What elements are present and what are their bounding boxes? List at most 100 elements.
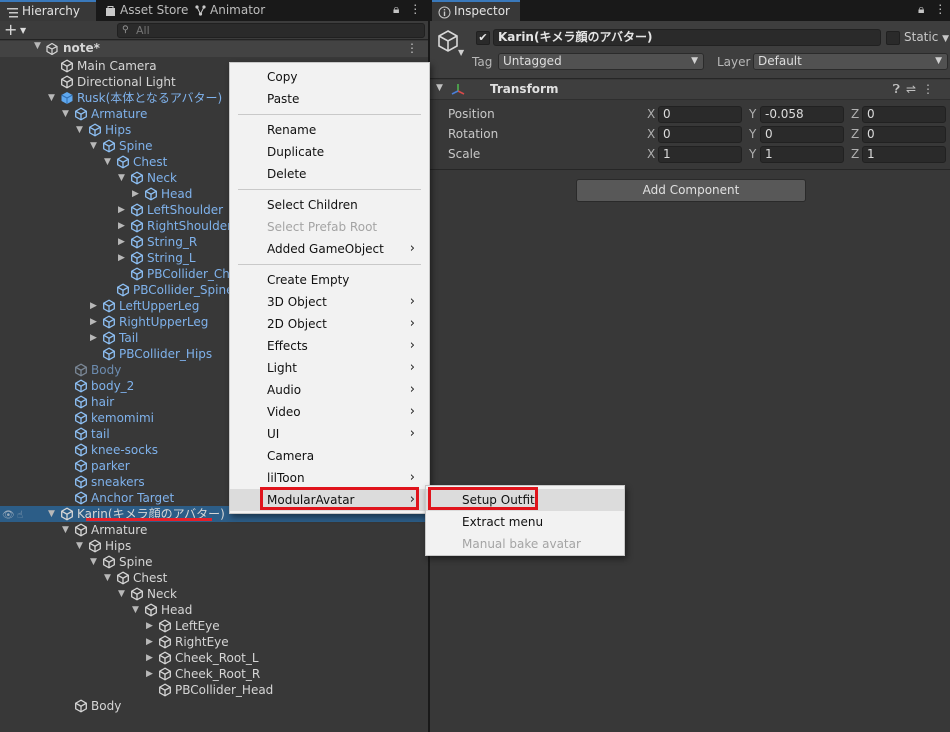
fold-arrow-right-icon[interactable]: ▶ (118, 218, 128, 234)
object-name-field[interactable]: Karin(キメラ顔のアバター) (493, 29, 881, 46)
fold-arrow-down-icon[interactable]: ▼ (90, 138, 100, 154)
help-icon[interactable]: ❓︎ (893, 82, 906, 96)
tree-row[interactable]: ▶ Cheek_Root_R (0, 666, 428, 682)
tree-row[interactable]: ▼ Hips (0, 538, 428, 554)
kebab-menu-icon[interactable]: ⋮ (406, 41, 418, 55)
fold-arrow-right-icon[interactable]: ▶ (90, 314, 100, 330)
transform-header[interactable]: ▼ Transform ❓︎⇌⋮ (430, 80, 950, 100)
rotation-x-field[interactable]: 0 (658, 126, 742, 143)
scale-z-field[interactable]: 1 (862, 146, 946, 163)
menu-item-liltoon[interactable]: lilToon › (230, 467, 429, 489)
position-z-label[interactable]: Z (851, 107, 859, 121)
menu-item-camera[interactable]: Camera (230, 445, 429, 467)
fold-arrow-right-icon[interactable]: ▶ (90, 330, 100, 346)
scale-z-label[interactable]: Z (851, 147, 859, 161)
menu-item-effects[interactable]: Effects › (230, 335, 429, 357)
fold-arrow-right-icon[interactable]: ▶ (118, 202, 128, 218)
menu-item-rename[interactable]: Rename (230, 119, 429, 141)
fold-arrow-right-icon[interactable]: ▶ (118, 234, 128, 250)
position-y-field[interactable]: -0.058 (760, 106, 844, 123)
fold-arrow-right-icon[interactable]: ▶ (118, 250, 128, 266)
gameobject-cube-icon[interactable] (436, 29, 460, 53)
fold-arrow-down-icon[interactable]: ▼ (62, 522, 72, 538)
kebab-menu-icon[interactable]: ⋮ (922, 82, 940, 96)
tree-row[interactable]: ▶ RightEye (0, 634, 428, 650)
menu-item-copy[interactable]: Copy (230, 66, 429, 88)
menu-item-delete[interactable]: Delete (230, 163, 429, 185)
tab-hierarchy[interactable]: Hierarchy (0, 0, 96, 21)
menu-item-audio[interactable]: Audio › (230, 379, 429, 401)
fold-arrow-icon[interactable]: ▼ (34, 41, 44, 51)
search-box[interactable]: ⚲ (117, 23, 425, 38)
fold-arrow-down-icon[interactable]: ▼ (132, 602, 142, 618)
rotation-label[interactable]: Rotation (448, 127, 498, 141)
scale-x-label[interactable]: X (647, 147, 655, 161)
tab-inspector[interactable]: Inspector (432, 0, 520, 21)
tree-row[interactable]: Body (0, 698, 428, 714)
tree-row[interactable]: ▶ Cheek_Root_L (0, 650, 428, 666)
fold-arrow-down-icon[interactable]: ▼ (104, 570, 114, 586)
position-y-label[interactable]: Y (749, 107, 756, 121)
submenu-item-extract-menu[interactable]: Extract menu (426, 511, 624, 533)
tree-row[interactable]: ▼ Spine (0, 554, 428, 570)
menu-item-duplicate[interactable]: Duplicate (230, 141, 429, 163)
tab-asset-store[interactable]: Asset Store (98, 0, 194, 21)
fold-arrow-down-icon[interactable]: ▼ (90, 554, 100, 570)
fold-arrow-down-icon[interactable]: ▼ (48, 506, 58, 522)
position-label[interactable]: Position (448, 107, 495, 121)
menu-item-select-children[interactable]: Select Children (230, 194, 429, 216)
scale-y-label[interactable]: Y (749, 147, 756, 161)
fold-arrow-down-icon[interactable]: ▼ (76, 538, 86, 554)
add-component-button[interactable]: Add Component (576, 179, 806, 202)
fold-arrow-down-icon[interactable]: ▼ (48, 90, 58, 106)
static-label[interactable]: Static ▼ (904, 30, 949, 44)
fold-arrow-down-icon[interactable]: ▼ (118, 586, 128, 602)
scale-y-field[interactable]: 1 (760, 146, 844, 163)
kebab-menu-icon[interactable]: ⋮ (409, 2, 421, 16)
fold-arrow-icon[interactable]: ▼ (436, 83, 443, 93)
fold-arrow-down-icon[interactable]: ▼ (118, 170, 128, 186)
kebab-menu-icon[interactable]: ⋮ (934, 2, 946, 16)
preset-sliders-icon[interactable]: ⇌ (906, 82, 922, 96)
tab-animator[interactable]: Animator (188, 0, 284, 21)
tree-row[interactable]: ▼ Chest (0, 570, 428, 586)
fold-arrow-right-icon[interactable]: ▶ (146, 618, 156, 634)
tree-row[interactable]: ▼ Armature (0, 522, 428, 538)
static-checkbox[interactable] (886, 31, 900, 45)
tree-row[interactable]: ▶ LeftEye (0, 618, 428, 634)
scale-x-field[interactable]: 1 (658, 146, 742, 163)
search-input[interactable] (136, 24, 416, 37)
position-z-field[interactable]: 0 (862, 106, 946, 123)
active-checkbox[interactable]: ✔ (476, 31, 490, 45)
menu-item-paste[interactable]: Paste (230, 88, 429, 110)
rotation-y-field[interactable]: 0 (760, 126, 844, 143)
tree-row[interactable]: ▼ Neck (0, 586, 428, 602)
position-x-field[interactable]: 0 (658, 106, 742, 123)
create-button[interactable]: + ▼ (4, 22, 34, 39)
rotation-z-label[interactable]: Z (851, 127, 859, 141)
fold-arrow-down-icon[interactable]: ▼ (62, 106, 72, 122)
menu-item-create-empty[interactable]: Create Empty (230, 269, 429, 291)
menu-item-3d-object[interactable]: 3D Object › (230, 291, 429, 313)
position-x-label[interactable]: X (647, 107, 655, 121)
scene-row[interactable]: ▼ note* ⋮ (0, 41, 428, 57)
rotation-x-label[interactable]: X (647, 127, 655, 141)
layer-dropdown[interactable]: Default ▼ (753, 53, 948, 70)
fold-arrow-right-icon[interactable]: ▶ (146, 666, 156, 682)
tree-row[interactable]: ▼ Head (0, 602, 428, 618)
fold-arrow-right-icon[interactable]: ▶ (132, 186, 142, 202)
fold-arrow-right-icon[interactable]: ▶ (146, 634, 156, 650)
lock-icon[interactable]: 🔒︎ (393, 2, 399, 16)
chevron-down-icon[interactable]: ▼ (458, 48, 464, 57)
menu-item-2d-object[interactable]: 2D Object › (230, 313, 429, 335)
scale-label[interactable]: Scale (448, 147, 480, 161)
fold-arrow-right-icon[interactable]: ▶ (90, 298, 100, 314)
fold-arrow-right-icon[interactable]: ▶ (146, 650, 156, 666)
menu-item-ui[interactable]: UI › (230, 423, 429, 445)
menu-item-light[interactable]: Light › (230, 357, 429, 379)
tag-dropdown[interactable]: Untagged ▼ (498, 53, 704, 70)
menu-item-added-gameobject[interactable]: Added GameObject › (230, 238, 429, 260)
rotation-y-label[interactable]: Y (749, 127, 756, 141)
tree-row[interactable]: PBCollider_Head (0, 682, 428, 698)
rotation-z-field[interactable]: 0 (862, 126, 946, 143)
